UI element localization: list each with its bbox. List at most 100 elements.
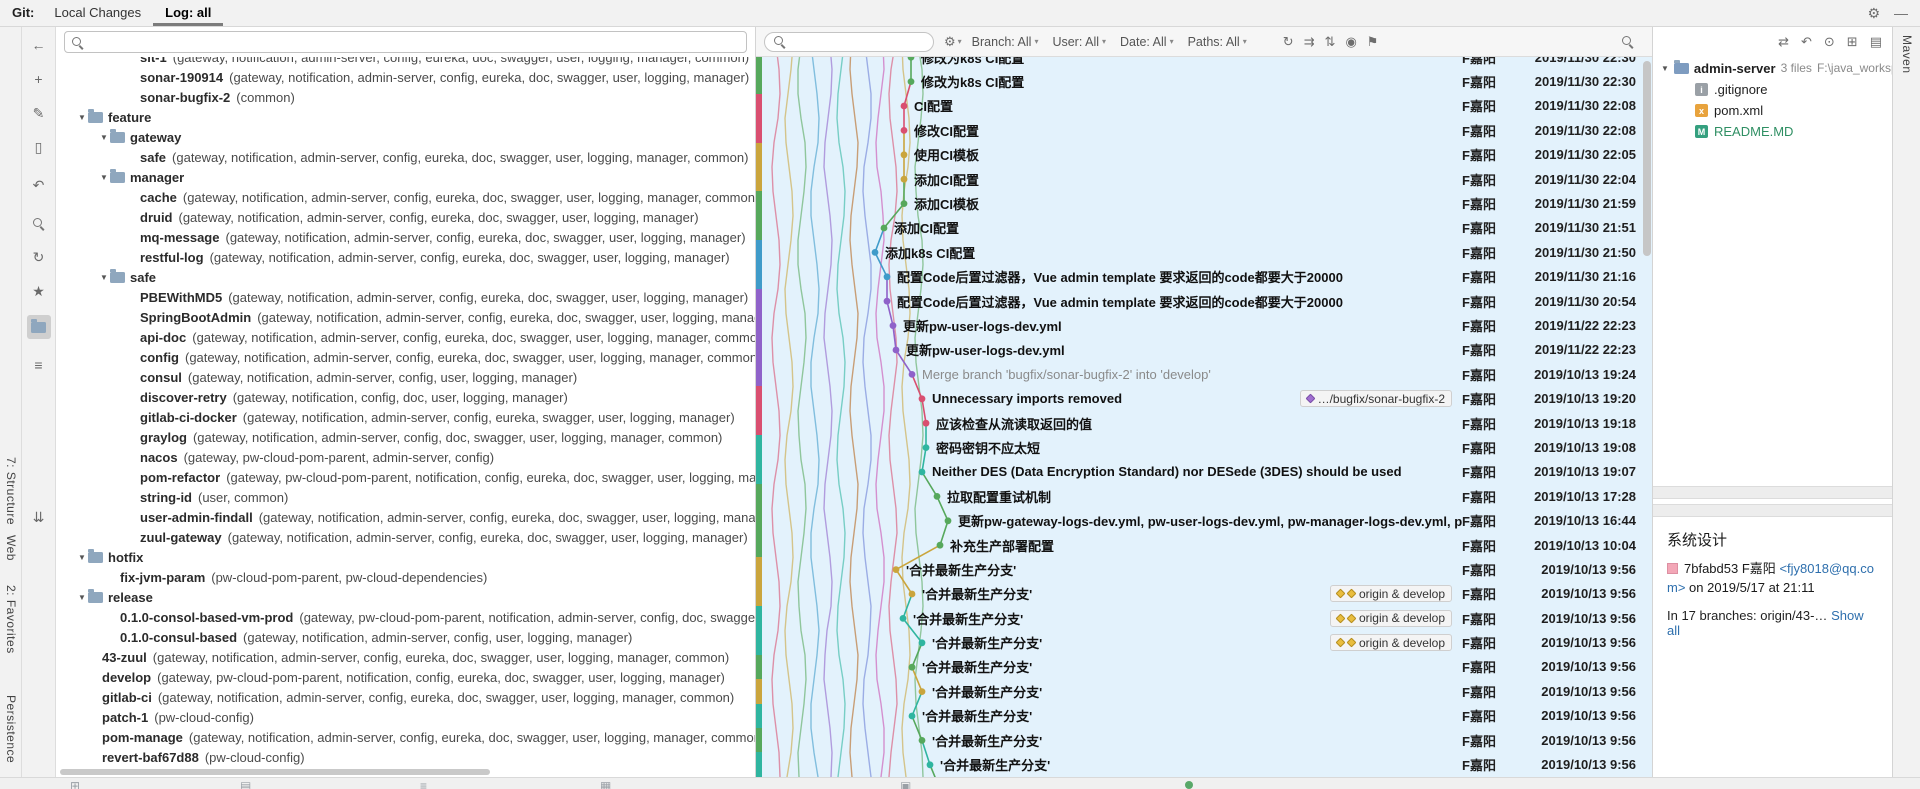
commit-row[interactable]: 添加CI配置F嘉阳2019/11/30 22:04 xyxy=(756,167,1652,191)
tool-window-button-web[interactable]: Web xyxy=(4,535,18,561)
chevron-expanded-icon[interactable]: ▼ xyxy=(98,133,110,142)
branch-row[interactable]: SpringBootAdmin(gateway, notification, a… xyxy=(56,307,755,327)
branch-ref-chip[interactable]: origin & develop xyxy=(1330,634,1452,651)
refresh-icon[interactable]: ↻ xyxy=(27,245,51,269)
intellisort-icon[interactable]: ⇉ xyxy=(1304,34,1315,50)
commit-row[interactable]: 修改为k8s CI配置F嘉阳2019/11/30 22:30 xyxy=(756,69,1652,93)
tool-window-button-2-favorites[interactable]: 2: Favorites xyxy=(4,585,18,654)
commit-row[interactable]: '合并最新生产分支'origin & developF嘉阳2019/10/13 … xyxy=(756,630,1652,654)
commit-row[interactable]: 更新pw-gateway-logs-dev.yml, pw-user-logs-… xyxy=(756,508,1652,532)
layout-icon[interactable]: ▤ xyxy=(1870,34,1882,50)
branch-row[interactable]: safe(gateway, notification, admin-server… xyxy=(56,147,755,167)
changed-file-row[interactable]: i.gitignore xyxy=(1653,79,1892,100)
branch-row[interactable]: gitlab-ci-docker(gateway, notification, … xyxy=(56,407,755,427)
tab-log-all[interactable]: Log: all xyxy=(153,0,223,26)
changed-file-row[interactable]: MREADME.MD xyxy=(1653,121,1892,142)
settings-icon[interactable]: ⚙ xyxy=(1867,5,1880,22)
hide-icon[interactable]: — xyxy=(1894,5,1908,21)
branch-row[interactable]: api-doc(gateway, notification, admin-ser… xyxy=(56,327,755,347)
branch-row[interactable]: config(gateway, notification, admin-serv… xyxy=(56,347,755,367)
branch-row[interactable]: develop(gateway, pw-cloud-pom-parent, no… xyxy=(56,667,755,687)
favorite-icon[interactable]: ★ xyxy=(27,279,51,303)
branch-row[interactable]: sonar-190914(gateway, notification, admi… xyxy=(56,67,755,87)
commit-row[interactable]: 使用CI模板F嘉阳2019/11/30 22:05 xyxy=(756,143,1652,167)
refresh-icon[interactable]: ↻ xyxy=(1283,34,1294,50)
branch-row[interactable]: cache(gateway, notification, admin-serve… xyxy=(56,187,755,207)
chevron-expanded-icon[interactable]: ▼ xyxy=(98,173,110,182)
branch-row[interactable]: patch-1(pw-cloud-config) xyxy=(56,707,755,727)
branch-ref-chip[interactable]: origin & develop xyxy=(1330,610,1452,627)
commit-row[interactable]: 补充生产部署配置F嘉阳2019/10/13 10:04 xyxy=(756,533,1652,557)
branch-row[interactable]: ▼gateway xyxy=(56,127,755,147)
branch-row[interactable]: revert-baf67d88(pw-cloud-config) xyxy=(56,747,755,767)
commit-row[interactable]: 应该检查从流读取返回的值F嘉阳2019/10/13 19:18 xyxy=(756,411,1652,435)
commit-row[interactable]: 添加k8s CI配置F嘉阳2019/11/30 21:50 xyxy=(756,240,1652,264)
commit-row[interactable]: Unnecessary imports removed…/bugfix/sona… xyxy=(756,386,1652,410)
log-settings-button[interactable]: ⚙▾ xyxy=(944,34,962,50)
branch-row[interactable]: 0.1.0-consul-based(gateway, notification… xyxy=(56,627,755,647)
filter-date[interactable]: Date: All▾ xyxy=(1120,35,1174,49)
group-by-icon[interactable] xyxy=(27,315,51,339)
branch-row[interactable]: PBEWithMD5(gateway, notification, admin-… xyxy=(56,287,755,307)
branch-row[interactable]: discover-retry(gateway, notification, co… xyxy=(56,387,755,407)
changed-files-root-row[interactable]: ▼ admin-server 3 files F:\java_worksp… xyxy=(1653,57,1892,79)
branch-row[interactable]: ▼manager xyxy=(56,167,755,187)
history-icon[interactable]: ⊙ xyxy=(1824,34,1835,50)
commit-row[interactable]: 添加CI配置F嘉阳2019/11/30 21:51 xyxy=(756,216,1652,240)
commit-row[interactable]: 配置Code后置过滤器，Vue admin template 要求返回的code… xyxy=(756,265,1652,289)
compare-icon[interactable]: ⇄ xyxy=(1778,34,1789,50)
commit-row[interactable]: '合并最新生产分支'F嘉阳2019/10/13 9:56 xyxy=(756,704,1652,728)
commit-row[interactable]: 修改CI配置F嘉阳2019/11/30 22:08 xyxy=(756,118,1652,142)
commit-row[interactable]: 修改为k8s CI配置F嘉阳2019/11/30 22:30 xyxy=(756,57,1652,69)
tool-window-button-7-structure[interactable]: 7: Structure xyxy=(4,457,18,525)
commit-row[interactable]: 密码密钥不应太短F嘉阳2019/10/13 19:08 xyxy=(756,435,1652,459)
branch-row[interactable]: ▼safe xyxy=(56,267,755,287)
chevron-expanded-icon[interactable]: ▼ xyxy=(76,113,88,122)
back-icon[interactable]: ← xyxy=(27,33,51,57)
add-icon[interactable]: + xyxy=(27,67,51,91)
log-search-input[interactable] xyxy=(792,35,925,49)
rollback-icon[interactable]: ↶ xyxy=(1801,34,1812,50)
branch-row[interactable]: nacos(gateway, pw-cloud-pom-parent, admi… xyxy=(56,447,755,467)
chevron-expanded-icon[interactable]: ▼ xyxy=(98,273,110,282)
branch-row[interactable]: 43-zuul(gateway, notification, admin-ser… xyxy=(56,647,755,667)
changed-file-row[interactable]: xpom.xml xyxy=(1653,100,1892,121)
commit-hash[interactable]: 7bfabd53 xyxy=(1684,561,1738,576)
commit-row[interactable]: '合并最新生产分支'F嘉阳2019/10/13 9:56 xyxy=(756,752,1652,776)
log-search-field[interactable] xyxy=(764,32,934,52)
commit-row[interactable]: Neither DES (Data Encryption Standard) n… xyxy=(756,460,1652,484)
branch-row[interactable]: sit-1(gateway, notification, admin-serve… xyxy=(56,57,755,67)
chevron-down-icon[interactable]: ▼ xyxy=(1661,64,1669,73)
commit-row[interactable]: '合并最新生产分支'origin & developF嘉阳2019/10/13 … xyxy=(756,582,1652,606)
filter-branch[interactable]: Branch: All▾ xyxy=(972,35,1039,49)
branch-row[interactable]: ▼hotfix xyxy=(56,547,755,567)
commit-row[interactable]: 更新pw-user-logs-dev.ymlF嘉阳2019/11/22 22:2… xyxy=(756,338,1652,362)
filter-user[interactable]: User: All▾ xyxy=(1052,35,1106,49)
chevron-expanded-icon[interactable]: ▼ xyxy=(76,593,88,602)
branch-row[interactable]: pom-manage(gateway, notification, admin-… xyxy=(56,727,755,747)
commit-row[interactable]: 配置Code后置过滤器，Vue admin template 要求返回的code… xyxy=(756,289,1652,313)
filter-paths[interactable]: Paths: All▾ xyxy=(1188,35,1247,49)
commit-row[interactable]: '合并最新生产分支'F嘉阳2019/10/13 9:56 xyxy=(756,655,1652,679)
commit-row[interactable]: 更新pw-user-logs-dev.ymlF嘉阳2019/11/22 22:2… xyxy=(756,313,1652,337)
commit-row[interactable]: 添加CI模板F嘉阳2019/11/30 21:59 xyxy=(756,191,1652,215)
branch-row[interactable]: 0.1.0-consol-based-vm-prod(gateway, pw-c… xyxy=(56,607,755,627)
preview-icon[interactable]: ◉ xyxy=(1345,34,1356,50)
commit-row[interactable]: 拉取配置重试机制F嘉阳2019/10/13 17:28 xyxy=(756,484,1652,508)
branch-row[interactable]: sonar-bugfix-2(common) xyxy=(56,87,755,107)
commit-row[interactable]: '合并最新生产分支'F嘉阳2019/10/13 9:56 xyxy=(756,557,1652,581)
details-icon[interactable]: ≡ xyxy=(27,353,51,377)
delete-icon[interactable]: ▯ xyxy=(27,135,51,159)
branch-row[interactable]: user-admin-findall(gateway, notification… xyxy=(56,507,755,527)
find-in-log-icon[interactable] xyxy=(1621,35,1634,48)
branch-ref-chip[interactable]: …/bugfix/sonar-bugfix-2 xyxy=(1300,390,1452,407)
sort-icon[interactable]: ⇅ xyxy=(1325,34,1336,50)
branch-row[interactable]: mq-message(gateway, notification, admin-… xyxy=(56,227,755,247)
branches-search-field[interactable] xyxy=(64,31,747,53)
branch-row[interactable]: zuul-gateway(gateway, notification, admi… xyxy=(56,527,755,547)
commit-row[interactable]: '合并最新生产分支'F嘉阳2019/10/13 9:56 xyxy=(756,679,1652,703)
expand-all-icon[interactable]: ⊞ xyxy=(1847,34,1858,50)
tool-window-button-maven[interactable]: Maven xyxy=(1900,35,1914,74)
flag-icon[interactable]: ⚑ xyxy=(1367,34,1379,50)
branch-row[interactable]: gitlab-ci(gateway, notification, admin-s… xyxy=(56,687,755,707)
